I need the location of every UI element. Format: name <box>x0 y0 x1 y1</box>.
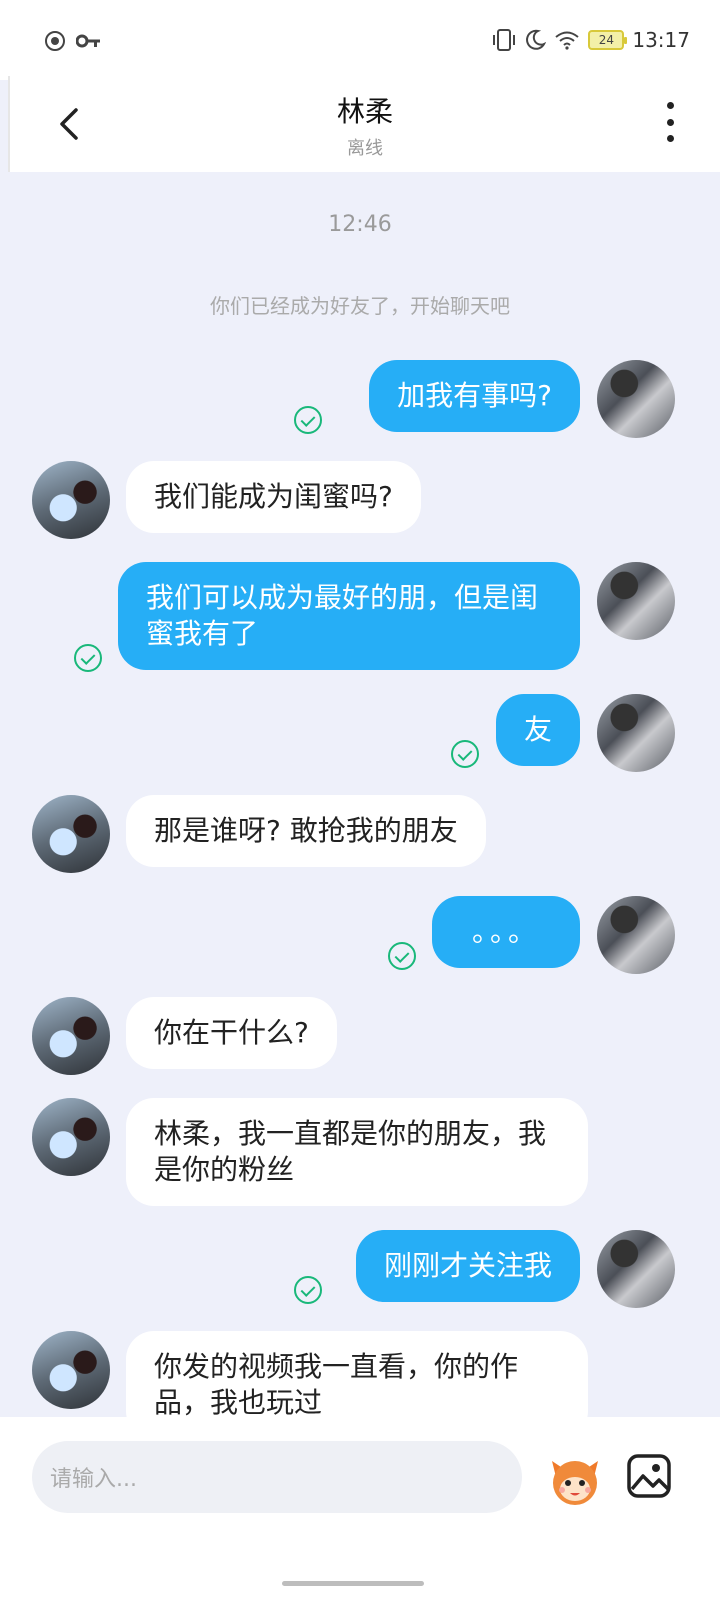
contact-avatar[interactable] <box>32 1098 110 1176</box>
contact-avatar[interactable] <box>32 461 110 539</box>
my-message-bubble[interactable]: 友 <box>495 694 580 766</box>
status-right-icons: 24 13:17 <box>492 28 690 52</box>
my-avatar[interactable] <box>597 1230 675 1308</box>
contact-message-bubble[interactable]: 你在干什么? <box>126 997 337 1069</box>
status-time: 13:17 <box>632 28 690 52</box>
contact-message-bubble[interactable]: 林柔，我一直都是你的朋友，我是你的粉丝 <box>126 1098 588 1206</box>
contact-info: 林柔 离线 <box>10 90 720 160</box>
status-left-icons <box>44 30 102 52</box>
chat-header: 林柔 离线 <box>8 76 720 172</box>
my-avatar[interactable] <box>597 694 675 772</box>
contact-name: 林柔 <box>336 95 393 128</box>
chat-timestamp: 12:46 <box>328 212 392 237</box>
read-check-icon <box>451 740 479 768</box>
my-avatar[interactable] <box>597 360 675 438</box>
contact-message-bubble[interactable]: 我们能成为闺蜜吗? <box>126 461 421 533</box>
moon-icon <box>526 29 547 50</box>
input-bar: 请输入... <box>0 1417 720 1600</box>
vibrate-icon <box>493 29 516 51</box>
emoji-button[interactable] <box>544 1447 606 1509</box>
battery-level: 24 <box>598 33 614 47</box>
contact-message-bubble[interactable]: 那是谁呀? 敢抢我的朋友 <box>126 795 486 867</box>
contact-avatar[interactable] <box>32 795 110 873</box>
key-icon <box>76 34 100 48</box>
more-options-button[interactable] <box>660 102 680 142</box>
status-bar: 24 13:17 <box>0 0 720 80</box>
screen-record-icon <box>45 31 65 51</box>
battery-icon: 24 <box>588 30 628 50</box>
system-message: 你们已经成为好友了，开始聊天吧 <box>210 294 510 318</box>
my-message-bubble[interactable]: 我们可以成为最好的朋，但是闺蜜我有了 <box>118 562 580 670</box>
more-vertical-icon-dot <box>666 118 674 126</box>
chat-messages[interactable]: 12:46 你们已经成为好友了，开始聊天吧 加我有事吗? 我们能成为闺蜜吗? 我… <box>0 172 720 1447</box>
my-message-bubble[interactable]: 加我有事吗? <box>369 360 580 432</box>
my-message-bubble[interactable]: 刚刚才关注我 <box>355 1230 580 1302</box>
my-avatar[interactable] <box>597 896 675 974</box>
image-icon <box>627 1454 671 1498</box>
more-vertical-icon-dot <box>666 135 674 142</box>
read-check-icon <box>74 644 102 672</box>
mascot-emoji-icon <box>552 1461 598 1505</box>
home-indicator[interactable] <box>282 1581 424 1586</box>
contact-avatar[interactable] <box>32 1331 110 1409</box>
read-check-icon <box>294 1276 322 1304</box>
message-input[interactable]: 请输入... <box>32 1441 522 1513</box>
read-check-icon <box>388 942 416 970</box>
my-avatar[interactable] <box>597 562 675 640</box>
image-picker-button[interactable] <box>626 1453 672 1499</box>
contact-status: 离线 <box>347 138 383 159</box>
wifi-icon <box>555 31 579 50</box>
more-vertical-icon <box>666 102 674 109</box>
my-message-bubble[interactable]: 。。。 <box>432 896 580 968</box>
read-check-icon <box>294 406 322 434</box>
contact-avatar[interactable] <box>32 997 110 1075</box>
